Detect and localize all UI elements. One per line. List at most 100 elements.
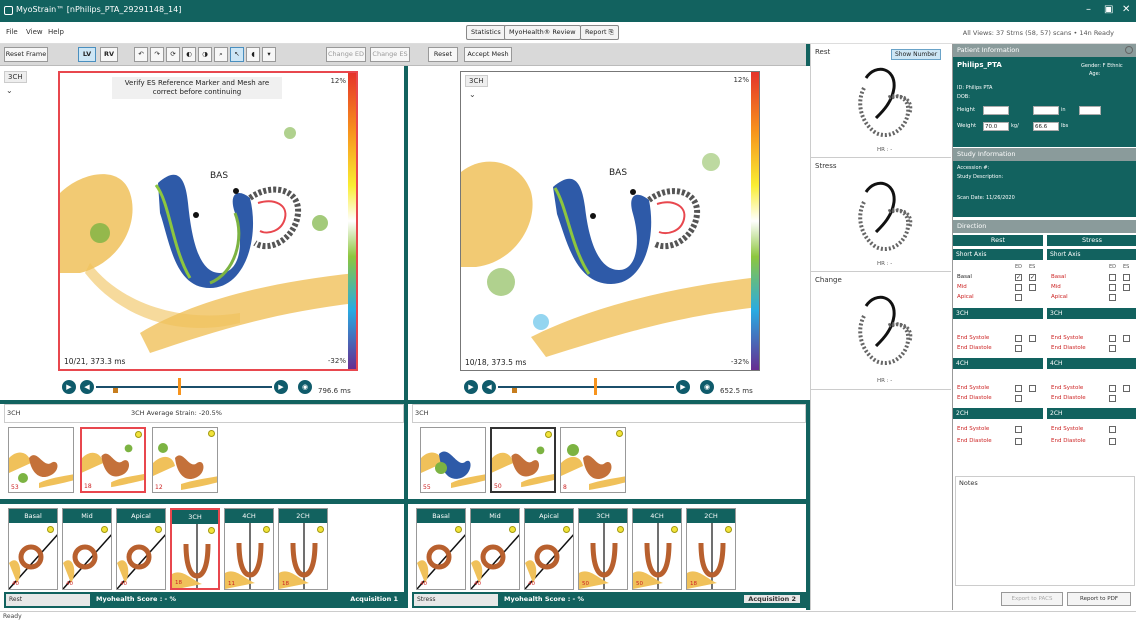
thumbnail[interactable]: 8 bbox=[560, 427, 626, 493]
height-ft-field[interactable] bbox=[983, 106, 1009, 115]
slider-start-marker[interactable] bbox=[113, 388, 118, 393]
ch4-ed-checkbox[interactable] bbox=[1015, 395, 1022, 402]
thumbnail[interactable]: 55 bbox=[420, 427, 486, 493]
loop-icon[interactable]: ◉ bbox=[700, 380, 714, 394]
mid-ed-checkbox[interactable] bbox=[1015, 284, 1022, 291]
thumbnail-selected[interactable]: 50 bbox=[490, 427, 556, 493]
ch2-es-checkbox[interactable] bbox=[1015, 426, 1022, 433]
reset-button[interactable]: Reset bbox=[428, 47, 458, 62]
height-in-field[interactable] bbox=[1033, 106, 1059, 115]
reset-frame-button[interactable]: Reset Frame bbox=[4, 47, 48, 62]
state-selector[interactable]: Rest bbox=[6, 594, 90, 606]
basal-ed-checkbox-stress[interactable] bbox=[1109, 274, 1116, 281]
ch3-ed-checkbox-stress[interactable] bbox=[1109, 345, 1116, 352]
echo-image[interactable]: BAS Verify ES Reference Marker and Mesh … bbox=[58, 71, 358, 371]
segment-tile[interactable]: Basal 40 bbox=[416, 508, 466, 590]
weight-lbs-field[interactable]: 66.6 bbox=[1033, 122, 1059, 131]
play-icon[interactable]: ▶ bbox=[464, 380, 478, 394]
menu-help[interactable]: Help bbox=[48, 28, 64, 36]
myohealth-review-button[interactable]: MyoHealth® Review bbox=[504, 25, 581, 40]
basal-es-checkbox-stress[interactable] bbox=[1123, 274, 1130, 281]
ch4-ed-checkbox-stress[interactable] bbox=[1109, 395, 1116, 402]
mid-ed-checkbox-stress[interactable] bbox=[1109, 284, 1116, 291]
ch3-es-checkbox[interactable] bbox=[1015, 335, 1022, 342]
change-ed-button[interactable]: Change ED bbox=[326, 47, 366, 62]
report-to-pdf-button[interactable]: Report to PDF bbox=[1067, 592, 1131, 606]
basal-ed-checkbox[interactable]: ✓ bbox=[1015, 274, 1022, 281]
pointer-icon[interactable]: ↖ bbox=[230, 47, 244, 62]
menu-view[interactable]: View bbox=[26, 28, 43, 36]
right-viewport[interactable]: 3CH ⌄ BAS 10/18, 373.5 ms 12% -32% ▶ ◀ ▶… bbox=[408, 66, 812, 400]
thumbnail[interactable]: 12 bbox=[152, 427, 218, 493]
rv-button[interactable]: RV bbox=[100, 47, 118, 62]
change-es-button[interactable]: Change ES bbox=[370, 47, 410, 62]
ch3-es-checkbox-stress[interactable] bbox=[1109, 335, 1116, 342]
height-cm-field[interactable] bbox=[1079, 106, 1101, 115]
state-selector-stress[interactable]: Stress bbox=[414, 594, 498, 606]
echo-image-stress[interactable]: 3CH ⌄ BAS 10/18, 373.5 ms 12% -32% bbox=[460, 71, 760, 371]
flip-icon[interactable]: ◐ bbox=[182, 47, 196, 62]
report-button[interactable]: Report ⎘ bbox=[580, 25, 619, 40]
export-to-pacs-button[interactable]: Export to PACS bbox=[1001, 592, 1063, 606]
heart-diagram[interactable] bbox=[836, 172, 926, 262]
ch4-es-checkbox-stress[interactable] bbox=[1109, 385, 1116, 392]
step-forward-icon[interactable]: ▶ bbox=[676, 380, 690, 394]
minimize-icon[interactable]: – bbox=[1086, 4, 1091, 15]
slider-thumb[interactable] bbox=[178, 378, 181, 395]
play-icon[interactable]: ▶ bbox=[62, 380, 76, 394]
ch3-es2-checkbox[interactable] bbox=[1029, 335, 1036, 342]
view-selector-stress[interactable]: 3CH bbox=[465, 75, 488, 87]
heart-diagram[interactable] bbox=[836, 58, 926, 148]
segment-tile[interactable]: Mid 40 bbox=[470, 508, 520, 590]
segment-tile[interactable]: 3CH 50 bbox=[578, 508, 628, 590]
segment-tile[interactable]: Basal 40 bbox=[8, 508, 58, 590]
chevron-down-icon[interactable]: ⌄ bbox=[6, 86, 13, 95]
study-info-header[interactable]: Study Information bbox=[953, 148, 1136, 161]
segment-tile[interactable]: 3CH 18 bbox=[170, 508, 220, 590]
segment-tile[interactable]: Apical 40 bbox=[116, 508, 166, 590]
rotate-icon[interactable]: ⟳ bbox=[166, 47, 180, 62]
basal-es-checkbox[interactable]: ✓ bbox=[1029, 274, 1036, 281]
ch4-es2-checkbox-stress[interactable] bbox=[1123, 385, 1130, 392]
accept-mesh-button[interactable]: Accept Mesh bbox=[464, 47, 512, 62]
undo-icon[interactable]: ↶ bbox=[134, 47, 148, 62]
step-back-icon[interactable]: ◀ bbox=[482, 380, 496, 394]
dropdown-icon[interactable]: ▾ bbox=[262, 47, 276, 62]
ch2-ed-checkbox[interactable] bbox=[1015, 438, 1022, 445]
step-forward-icon[interactable]: ▶ bbox=[274, 380, 288, 394]
direction-header[interactable]: Direction bbox=[953, 220, 1136, 233]
statistics-button[interactable]: Statistics bbox=[466, 25, 506, 40]
left-viewport[interactable]: 3CH ⌄ BAS Verify ES Reference Marker and… bbox=[0, 66, 404, 400]
apical-ed-checkbox-stress[interactable] bbox=[1109, 294, 1116, 301]
menu-file[interactable]: File bbox=[6, 28, 18, 36]
maximize-icon[interactable]: ▣ bbox=[1104, 4, 1113, 15]
zoom-icon[interactable]: ⌕ bbox=[214, 47, 228, 62]
half-circle-icon[interactable]: ◖ bbox=[246, 47, 260, 62]
segment-tile[interactable]: 4CH 50 bbox=[632, 508, 682, 590]
loop-icon[interactable]: ◉ bbox=[298, 380, 312, 394]
ch2-ed-checkbox-stress[interactable] bbox=[1109, 438, 1116, 445]
notes-textarea[interactable]: Notes bbox=[955, 476, 1135, 586]
weight-field[interactable]: 70.0 bbox=[983, 122, 1009, 131]
slider-thumb-stress[interactable] bbox=[594, 378, 597, 395]
thumbnail[interactable]: 53 bbox=[8, 427, 74, 493]
mid-es-checkbox-stress[interactable] bbox=[1123, 284, 1130, 291]
close-icon[interactable]: ✕ bbox=[1122, 4, 1130, 15]
collapse-icon[interactable] bbox=[1125, 46, 1133, 54]
segment-tile[interactable]: Mid 40 bbox=[62, 508, 112, 590]
segment-tile[interactable]: 2CH 18 bbox=[686, 508, 736, 590]
frame-slider[interactable] bbox=[96, 386, 272, 388]
contrast-icon[interactable]: ◑ bbox=[198, 47, 212, 62]
redo-icon[interactable]: ↷ bbox=[150, 47, 164, 62]
ch4-es2-checkbox[interactable] bbox=[1029, 385, 1036, 392]
frame-slider-stress[interactable] bbox=[498, 386, 674, 388]
segment-tile[interactable]: 4CH 11 bbox=[224, 508, 274, 590]
mid-es-checkbox[interactable] bbox=[1029, 284, 1036, 291]
segment-tile[interactable]: 2CH 18 bbox=[278, 508, 328, 590]
step-back-icon[interactable]: ◀ bbox=[80, 380, 94, 394]
patient-info-header[interactable]: Patient Information bbox=[953, 44, 1136, 57]
ch2-es-checkbox-stress[interactable] bbox=[1109, 426, 1116, 433]
ch4-es-checkbox[interactable] bbox=[1015, 385, 1022, 392]
apical-ed-checkbox[interactable] bbox=[1015, 294, 1022, 301]
segment-tile[interactable]: Apical 40 bbox=[524, 508, 574, 590]
